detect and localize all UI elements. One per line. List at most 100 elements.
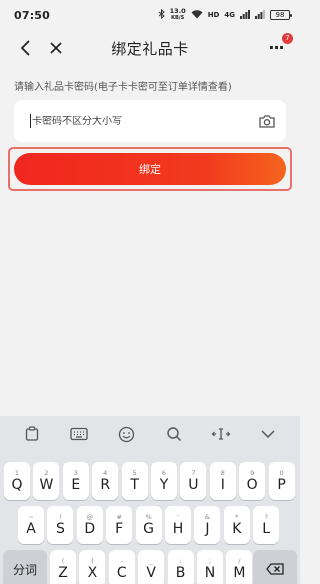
segment-key[interactable]: 分词 xyxy=(3,550,47,584)
backspace-key[interactable] xyxy=(253,550,297,584)
key-primary-label: V xyxy=(146,564,156,581)
bind-button[interactable]: 绑定 xyxy=(14,153,286,185)
status-bar: 07:50 13.0 KB/S HD 4G 98 xyxy=(0,0,300,30)
key-x[interactable]: ) X xyxy=(79,550,106,584)
key-secondary-label: _ xyxy=(149,556,153,565)
net-speed-unit: KB/S xyxy=(171,15,185,21)
key-primary-label: Z xyxy=(58,564,68,581)
key-w[interactable]: 2W xyxy=(33,462,60,500)
cursor-move-icon[interactable] xyxy=(209,422,233,446)
key-c[interactable]: -C xyxy=(108,550,135,584)
key-primary-label: G xyxy=(143,520,155,537)
key-secondary-label: ' xyxy=(177,512,179,521)
more-menu-button[interactable]: ··· 7 xyxy=(264,33,293,60)
key-q[interactable]: 1Q xyxy=(4,462,30,500)
key-z[interactable]: (Z xyxy=(50,550,76,584)
key-secondary-label: ; xyxy=(208,556,212,565)
key-e[interactable]: 3E xyxy=(62,462,89,500)
key-secondary-label: : xyxy=(179,556,182,565)
keyboard-icon[interactable] xyxy=(67,422,91,446)
signal-label: 4G xyxy=(224,11,235,19)
key-j[interactable]: & J xyxy=(194,506,221,544)
more-dots-icon: ··· xyxy=(268,38,284,57)
search-icon[interactable] xyxy=(162,422,186,446)
card-password-field[interactable] xyxy=(14,100,286,142)
key-m[interactable]: / M xyxy=(226,550,253,584)
key-primary-label: K xyxy=(232,520,242,537)
camera-icon xyxy=(259,114,275,128)
key-secondary-label: 5 xyxy=(132,468,137,477)
signal-bars-2-icon xyxy=(255,9,265,21)
wifi-icon xyxy=(191,9,203,21)
card-password-input[interactable] xyxy=(32,115,258,127)
key-b[interactable]: :B xyxy=(167,550,194,584)
key-secondary-label: 4 xyxy=(103,468,108,477)
key-primary-label: U xyxy=(188,476,199,493)
status-time: 07:50 xyxy=(14,8,51,22)
key-primary-label: N xyxy=(204,564,216,581)
hd-label: HD xyxy=(207,11,220,19)
key-r[interactable]: 4R xyxy=(92,462,119,500)
key-primary-label: R xyxy=(100,476,111,493)
key-secondary-label: # xyxy=(116,512,122,521)
key-g[interactable]: % G xyxy=(135,506,162,544)
key-secondary-label: % xyxy=(145,512,152,521)
backspace-icon xyxy=(266,563,284,575)
key-primary-label: X xyxy=(87,564,98,581)
key-v[interactable]: _ V xyxy=(138,550,165,584)
key-p[interactable]: 0P xyxy=(268,462,295,500)
key-primary-label: J xyxy=(205,520,210,537)
key-secondary-label: & xyxy=(204,512,210,521)
key-secondary-label: - xyxy=(120,556,123,565)
key-primary-label: L xyxy=(262,520,271,537)
key-a[interactable]: ~ A xyxy=(18,506,44,544)
key-primary-label: H xyxy=(172,520,184,537)
battery-indicator: 98 xyxy=(270,10,292,20)
key-l[interactable]: ? L xyxy=(253,506,280,544)
network-speed: 13.0 KB/S xyxy=(170,8,186,22)
header-bar: 绑定礼品卡 ··· 7 xyxy=(0,30,300,66)
key-h[interactable]: ' H xyxy=(165,506,191,544)
key-o[interactable]: 9O xyxy=(239,462,266,500)
key-secondary-label: ! xyxy=(59,512,62,521)
key-k[interactable]: * K xyxy=(223,506,250,544)
key-i[interactable]: 8I xyxy=(209,462,236,500)
key-primary-label: Q xyxy=(11,476,23,493)
key-secondary-label: / xyxy=(238,556,241,565)
key-secondary-label: 7 xyxy=(191,468,196,477)
emoji-icon[interactable] xyxy=(114,422,138,446)
key-primary-label: C xyxy=(116,564,127,581)
key-n[interactable]: ; N xyxy=(197,550,223,584)
key-d[interactable]: @ D xyxy=(76,506,103,544)
soft-keyboard: 分词 1 Q 2 W 3 E 4 R 5 T 6 Y 7 U 8 I 9 O 0 P ~ A! S @ D # F% G ' H & J * K?… xyxy=(0,416,300,584)
back-button[interactable] xyxy=(14,36,38,60)
key-primary-label: S xyxy=(55,520,65,537)
key-y[interactable]: 6Y xyxy=(151,462,177,500)
key-secondary-label: 6 xyxy=(161,468,167,477)
net-speed-value: 13.0 xyxy=(169,7,186,15)
key-primary-label: M xyxy=(233,564,246,581)
key-primary-label: D xyxy=(84,520,96,537)
clipboard-icon[interactable] xyxy=(20,422,44,446)
key-t[interactable]: 5T xyxy=(121,462,148,500)
key-secondary-label: ) xyxy=(91,556,94,565)
key-s[interactable]: ! S xyxy=(47,506,74,544)
key-u[interactable]: 7U xyxy=(180,462,207,500)
close-icon xyxy=(50,42,62,54)
key-secondary-label: ? xyxy=(264,512,268,521)
key-primary-label: E xyxy=(71,476,81,493)
signal-bars-icon xyxy=(240,9,250,21)
chevron-down-icon[interactable] xyxy=(256,422,280,446)
key-secondary-label: 0 xyxy=(279,468,284,477)
key-secondary-label: 8 xyxy=(220,468,225,477)
keyboard-toolbar xyxy=(0,416,300,452)
key-primary-label: O xyxy=(246,476,258,493)
notification-badge: 7 xyxy=(282,33,293,44)
instruction-text: 请输入礼品卡密码(电子卡卡密可至订单详情查看) xyxy=(14,82,232,93)
close-button[interactable] xyxy=(44,36,68,60)
status-icons: 13.0 KB/S HD 4G 98 xyxy=(158,8,292,22)
key-primary-label: B xyxy=(175,564,186,581)
key-f[interactable]: # F xyxy=(106,506,133,544)
camera-scan-button[interactable] xyxy=(258,113,276,129)
key-primary-label: I xyxy=(220,476,225,493)
